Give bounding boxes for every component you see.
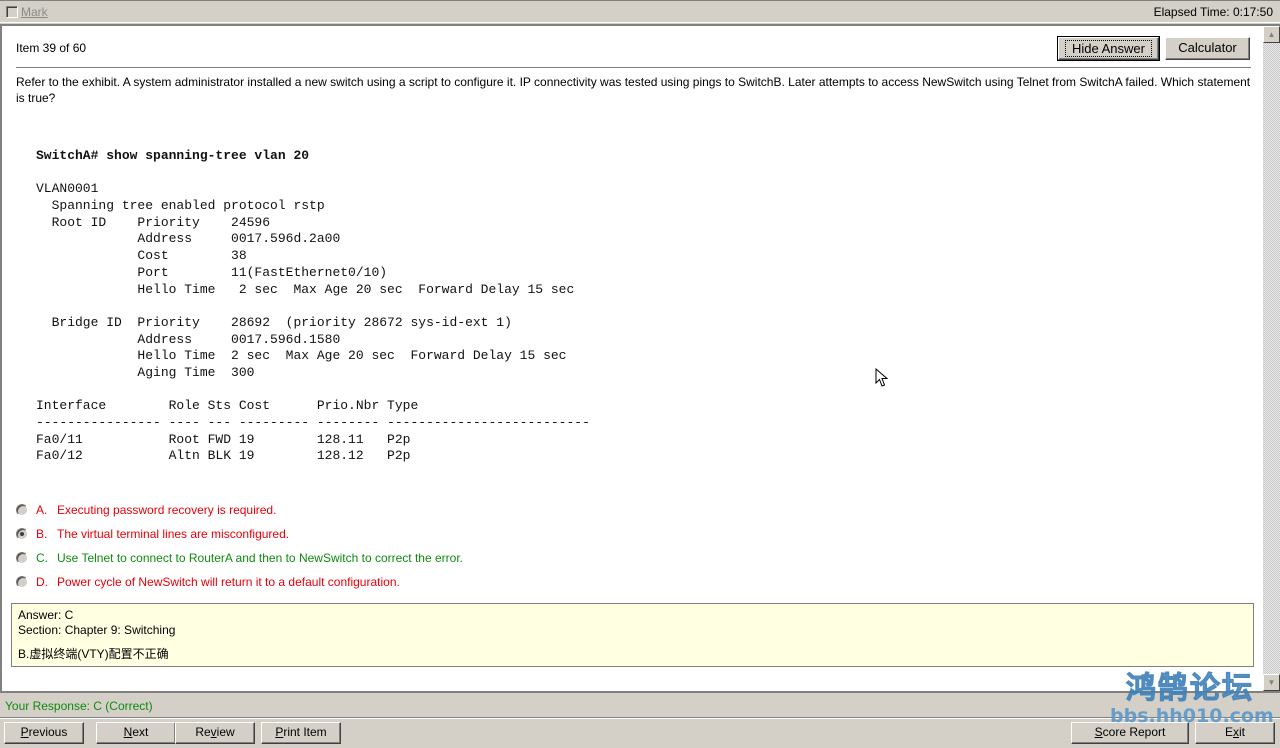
radio-icon[interactable] (16, 528, 28, 540)
radio-icon[interactable] (16, 504, 28, 516)
answer-option-a[interactable]: A. Executing password recovery is requir… (16, 498, 463, 522)
answer-option-d[interactable]: D. Power cycle of NewSwitch will return … (16, 570, 463, 594)
answer-text: Use Telnet to connect to RouterA and the… (57, 551, 463, 565)
answer-text: The virtual terminal lines are misconfig… (57, 527, 290, 541)
answer-explanation-box: Answer: C Section: Chapter 9: Switching … (11, 603, 1254, 667)
divider (16, 67, 1251, 68)
your-response: Your Response: C (Correct) (5, 699, 153, 713)
exit-label: it (1239, 725, 1245, 739)
score-mnemonic: S (1094, 725, 1103, 739)
exhibit-cli-output: SwitchA# show spanning-tree vlan 20 VLAN… (36, 148, 590, 465)
exhibit-line: Address 0017.596d.2a00 (36, 231, 341, 247)
exhibit-line: VLAN0001 (36, 181, 99, 197)
exhibit-line: Fa0/11 Root FWD 19 128.11 P2p (36, 431, 411, 447)
mark-label: Mark (21, 5, 48, 19)
print-item-button[interactable]: Print Item (261, 722, 341, 744)
checkbox-icon[interactable] (6, 6, 18, 18)
answer-text: Executing password recovery is required. (57, 503, 277, 517)
exhibit-line: Hello Time 2 sec Max Age 20 sec Forward … (36, 281, 575, 297)
top-bar: Mark Elapsed Time: 0:17:50 (0, 0, 1280, 23)
question-pane: Item 39 of 60 Hide Answer Calculator Ref… (0, 24, 1280, 693)
item-counter: Item 39 of 60 (16, 41, 87, 55)
previous-button[interactable]: Previous (4, 722, 84, 744)
exhibit-command: SwitchA# show spanning-tree vlan 20 (36, 148, 310, 163)
answer-option-c[interactable]: C. Use Telnet to connect to RouterA and … (16, 546, 463, 570)
previous-label: revious (28, 725, 68, 739)
exhibit-line: Spanning tree enabled protocol rstp (36, 198, 325, 214)
exhibit-line: Bridge ID Priority 28692 (priority 28672… (36, 314, 512, 330)
footer-divider (0, 717, 1280, 719)
answer-letter: B. (36, 527, 48, 541)
exit-button[interactable]: Exit (1195, 722, 1275, 744)
review-label-pre: Re (195, 725, 211, 739)
hide-answer-button[interactable]: Hide Answer (1057, 36, 1160, 61)
hide-answer-label: Hide Answer (1065, 40, 1152, 57)
score-label: core Report (1102, 725, 1166, 739)
explanation-note: B.虚拟终端(VTY)配置不正确 (18, 647, 169, 661)
score-report-button[interactable]: Score Report (1071, 722, 1189, 744)
next-button[interactable]: Next (96, 722, 176, 744)
scroll-up-arrow-icon[interactable]: ▲ (1263, 26, 1280, 43)
answer-letter: D. (36, 575, 48, 589)
exhibit-line: Port 11(FastEthernet0/10) (36, 264, 388, 280)
exhibit-lines: VLAN0001 Spanning tree enabled protocol … (36, 181, 590, 465)
correct-answer: Answer: C (18, 608, 74, 622)
vertical-scrollbar[interactable]: ▲ ▼ (1263, 26, 1280, 691)
answer-text: Power cycle of NewSwitch will return it … (57, 575, 400, 589)
exhibit-line (36, 298, 590, 315)
print-label: rint Item (283, 725, 327, 739)
review-button[interactable]: Review (175, 722, 255, 744)
section-label: Section: Chapter 9: Switching (18, 623, 176, 637)
review-label: iew (216, 725, 235, 739)
exhibit-line: Address 0017.596d.1580 (36, 331, 341, 347)
exhibit-line: Interface Role Sts Cost Prio.Nbr Type (36, 398, 419, 414)
answer-option-b[interactable]: B. The virtual terminal lines are miscon… (16, 522, 463, 546)
exhibit-line: Root ID Priority 24596 (36, 214, 271, 230)
answer-letter: C. (36, 551, 48, 565)
answer-letter: A. (36, 503, 48, 517)
exit-label-pre: E (1224, 725, 1233, 739)
exhibit-line: Cost 38 (36, 248, 247, 264)
exhibit-line: ---------------- ---- --- --------- ----… (36, 415, 590, 431)
mark-checkbox[interactable]: Mark (6, 5, 48, 19)
exhibit-line: Hello Time 2 sec Max Age 20 sec Forward … (36, 348, 567, 364)
radio-icon[interactable] (16, 552, 28, 564)
radio-icon[interactable] (16, 576, 28, 588)
exhibit-line: Fa0/12 Altn BLK 19 128.12 P2p (36, 448, 411, 464)
answer-options: A. Executing password recovery is requir… (16, 498, 463, 594)
question-text: Refer to the exhibit. A system administr… (16, 75, 1251, 105)
elapsed-time: Elapsed Time: 0:17:50 (1153, 5, 1273, 19)
previous-mnemonic: P (20, 725, 29, 739)
next-label: ext (132, 725, 149, 739)
mouse-pointer-icon (875, 368, 889, 387)
scroll-down-arrow-icon[interactable]: ▼ (1263, 674, 1280, 691)
exhibit-line: Aging Time 300 (36, 364, 255, 380)
calculator-button[interactable]: Calculator (1165, 37, 1250, 60)
exhibit-line (36, 382, 590, 399)
